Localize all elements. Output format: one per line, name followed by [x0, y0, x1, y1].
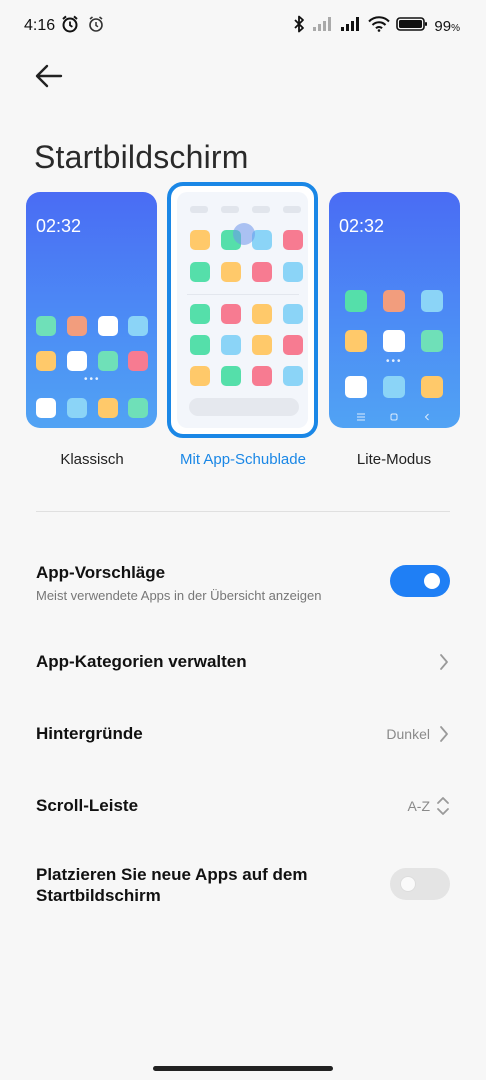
preview-app-icon: [36, 316, 56, 336]
signal-icon: [312, 16, 334, 37]
setting-title: App-Kategorien verwalten: [36, 652, 247, 671]
preview-app-icon: [190, 366, 210, 386]
battery-percent: 99: [434, 18, 452, 35]
preview-app-icon: [221, 304, 241, 324]
back-button[interactable]: [34, 62, 64, 90]
signal-icon: [340, 16, 362, 37]
layout-label-app-drawer[interactable]: Mit App-Schublade: [163, 451, 323, 468]
setting-backgrounds[interactable]: Hintergründe Dunkel: [0, 710, 486, 758]
setting-title: Hintergründe: [36, 724, 143, 743]
app-suggestions-toggle[interactable]: [390, 565, 450, 597]
preview-app-icon: [421, 290, 443, 312]
preview-app-icon: [283, 304, 303, 324]
layout-card-app-drawer[interactable]: [167, 182, 318, 438]
setting-place-new-apps[interactable]: Platzieren Sie neue Apps auf dem Startbi…: [0, 858, 486, 918]
preview-app-icon: [128, 351, 148, 371]
preview-app-icon: [190, 335, 210, 355]
preview-app-icon: [67, 316, 87, 336]
timer-icon: [86, 14, 106, 39]
back-arrow-icon: [35, 64, 63, 88]
wifi-icon: [368, 16, 391, 37]
layout-card-classic[interactable]: 02:32 •••: [26, 192, 157, 428]
preview-app-icon: [190, 304, 210, 324]
home-indicator[interactable]: [153, 1066, 333, 1071]
chevron-up-down-icon: [436, 794, 450, 823]
preview-app-icon: [221, 366, 241, 386]
setting-value: Dunkel: [386, 726, 430, 742]
preview-app-icon: [190, 262, 210, 282]
preview-app-icon: [252, 335, 272, 355]
preview-clock: 02:32: [339, 216, 385, 236]
layout-label-lite[interactable]: Lite-Modus: [314, 451, 474, 468]
page-dots: •••: [386, 356, 403, 367]
preview-app-icon: [221, 262, 241, 282]
preview-app-icon: [98, 398, 118, 418]
alarm-icon: [60, 14, 80, 39]
back-nav-icon: [423, 408, 431, 426]
battery-unit: %: [451, 23, 460, 34]
preview-app-icon: [345, 330, 367, 352]
preview-app-icon: [345, 376, 367, 398]
setting-subtitle: Meist verwendete Apps in der Übersicht a…: [36, 588, 322, 603]
preview-app-icon: [252, 366, 272, 386]
preview-app-icon: [36, 351, 56, 371]
setting-scroll-bar[interactable]: Scroll-Leiste A-Z: [0, 782, 486, 830]
preview-app-icon: [383, 290, 405, 312]
status-time: 4:16: [24, 17, 56, 34]
chevron-right-icon: [438, 652, 450, 677]
bluetooth-icon: [292, 14, 306, 39]
preview-app-icon: [421, 330, 443, 352]
setting-title: Scroll-Leiste: [36, 796, 139, 815]
drawer-search-bar: [189, 398, 299, 416]
preview-app-icon: [283, 335, 303, 355]
preview-app-icon: [383, 330, 405, 352]
preview-app-icon: [283, 230, 303, 250]
setting-app-suggestions[interactable]: App-Vorschläge Meist verwendete Apps in …: [0, 552, 486, 616]
drawer-preview: [177, 192, 308, 428]
preview-app-icon: [190, 230, 210, 250]
preview-app-icon: [345, 290, 367, 312]
setting-title-line1: Platzieren Sie neue Apps auf dem: [36, 865, 308, 884]
setting-value: A-Z: [407, 798, 430, 814]
preview-app-icon: [67, 398, 87, 418]
status-bar: 4:16 99%: [0, 0, 486, 52]
battery-icon: [396, 16, 428, 37]
preview-app-icon: [98, 351, 118, 371]
layout-card-lite[interactable]: 02:32 •••: [329, 192, 460, 428]
menu-icon: [356, 408, 366, 426]
chevron-right-icon: [438, 724, 450, 749]
page-dots: •••: [84, 374, 101, 385]
preview-app-icon: [252, 262, 272, 282]
touch-indicator: [233, 223, 255, 245]
preview-app-icon: [383, 376, 405, 398]
preview-app-icon: [421, 376, 443, 398]
layout-label-classic[interactable]: Klassisch: [12, 451, 172, 468]
preview-app-icon: [98, 316, 118, 336]
preview-app-icon: [283, 262, 303, 282]
preview-app-icon: [67, 351, 87, 371]
preview-app-icon: [221, 335, 241, 355]
preview-app-icon: [283, 366, 303, 386]
preview-app-icon: [128, 316, 148, 336]
setting-title-line2: Startbildschirm: [36, 886, 161, 905]
home-nav-icon: [390, 408, 398, 426]
setting-title: App-Vorschläge: [36, 563, 166, 582]
page-title: Startbildschirm: [34, 139, 249, 176]
preview-app-icon: [36, 398, 56, 418]
section-divider: [36, 511, 450, 512]
preview-app-icon: [252, 230, 272, 250]
preview-app-icon: [128, 398, 148, 418]
setting-manage-categories[interactable]: App-Kategorien verwalten: [0, 638, 486, 686]
preview-clock: 02:32: [36, 216, 82, 236]
place-new-apps-toggle[interactable]: [390, 868, 450, 900]
preview-app-icon: [252, 304, 272, 324]
